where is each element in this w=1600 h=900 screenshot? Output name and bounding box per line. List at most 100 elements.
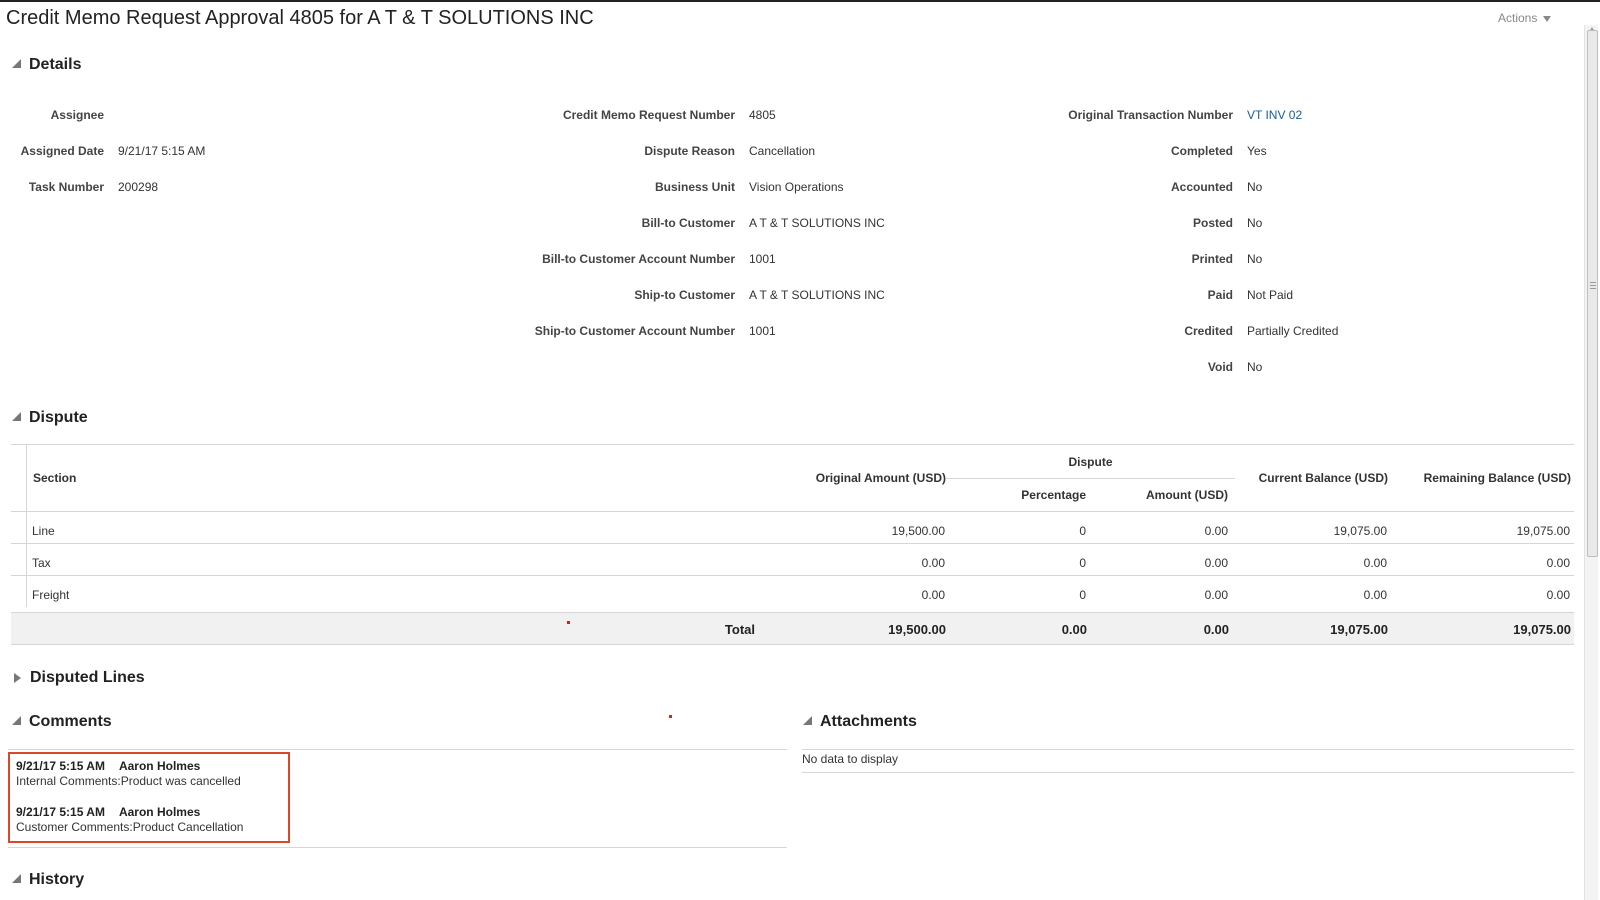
cell-remaining-balance: 19,075.00 <box>1516 524 1570 538</box>
bill-to-customer-value: A T & T SOLUTIONS INC <box>749 216 885 230</box>
total-original-amount: 19,500.00 <box>888 622 946 637</box>
cell-amount: 0.00 <box>1204 556 1228 570</box>
marker-dot <box>669 715 672 718</box>
header-bottom-border <box>11 511 1574 512</box>
accounted-value: No <box>1247 180 1263 194</box>
assignee-label: Assignee <box>50 108 104 122</box>
credited-label: Credited <box>1184 324 1233 338</box>
comments-heading: Comments <box>29 713 112 730</box>
credit-memo-request-number-label: Credit Memo Request Number <box>562 108 735 122</box>
cell-current-balance: 0.00 <box>1363 556 1387 570</box>
collapse-triangle-icon <box>803 716 812 725</box>
total-percentage: 0.00 <box>1061 622 1087 637</box>
attachments-section-header[interactable]: Attachments <box>803 713 917 731</box>
row-divider <box>11 575 1574 576</box>
disputed-lines-heading: Disputed Lines <box>30 669 145 686</box>
attachments-empty-text: No data to display <box>802 752 899 766</box>
marker-dot <box>567 621 570 624</box>
col-header-amount[interactable]: Amount (USD) <box>1086 488 1228 502</box>
dispute-reason-label: Dispute Reason <box>644 144 735 158</box>
dispute-heading: Dispute <box>29 409 88 426</box>
row-divider <box>11 543 1574 544</box>
posted-value: No <box>1247 216 1263 230</box>
paid-value: Not Paid <box>1247 288 1294 302</box>
paid-label: Paid <box>1207 288 1233 302</box>
col-header-dispute-group: Dispute <box>1068 455 1113 469</box>
cell-percentage: 0 <box>1079 588 1086 602</box>
page-title: Credit Memo Request Approval 4805 for A … <box>6 7 594 29</box>
collapse-triangle-icon <box>12 59 21 68</box>
col-header-current-balance[interactable]: Current Balance (USD) <box>1235 471 1388 485</box>
collapse-triangle-icon <box>12 716 21 725</box>
printed-value: No <box>1247 252 1263 266</box>
cell-amount: 0.00 <box>1204 588 1228 602</box>
expand-triangle-icon <box>14 673 21 683</box>
cell-section: Freight <box>32 588 70 602</box>
history-heading: History <box>29 871 85 888</box>
vertical-scrollbar[interactable] <box>1584 25 1598 900</box>
chevron-down-icon <box>1543 15 1552 22</box>
cell-original-amount: 0.00 <box>921 556 945 570</box>
bill-to-account-number-value: 1001 <box>749 252 776 266</box>
ship-to-customer-label: Ship-to Customer <box>634 288 735 302</box>
comment-header: 9/21/17 5:15 AM Aaron Holmes <box>16 805 200 819</box>
history-section-header[interactable]: History <box>12 871 84 889</box>
col-header-section[interactable]: Section <box>33 471 76 485</box>
row-selector[interactable] <box>11 512 27 543</box>
total-current-balance: 19,075.00 <box>1330 622 1388 637</box>
assigned-date-value: 9/21/17 5:15 AM <box>118 144 206 158</box>
posted-label: Posted <box>1192 216 1233 230</box>
col-header-original-amount[interactable]: Original Amount (USD) <box>741 471 946 485</box>
col-header-percentage[interactable]: Percentage <box>946 488 1086 502</box>
comment-author: Aaron Holmes <box>118 805 201 819</box>
assigned-date-label: Assigned Date <box>20 144 104 158</box>
attachments-bottom-rule <box>802 772 1574 773</box>
comments-bottom-rule <box>8 847 787 848</box>
comment-text: Customer Comments:Product Cancellation <box>16 820 244 834</box>
dispute-reason-value: Cancellation <box>749 144 816 158</box>
comment-timestamp: 9/21/17 5:15 AM <box>16 805 105 819</box>
cell-remaining-balance: 0.00 <box>1546 588 1570 602</box>
void-label: Void <box>1207 360 1233 374</box>
row-selector[interactable] <box>11 544 27 575</box>
total-amount: 0.00 <box>1203 622 1229 637</box>
details-section-header[interactable]: Details <box>12 56 81 74</box>
group-header-divider <box>946 478 1235 479</box>
void-value: No <box>1247 360 1263 374</box>
attachments-heading: Attachments <box>820 713 917 730</box>
business-unit-value: Vision Operations <box>749 180 844 194</box>
comment-text: Internal Comments:Product was cancelled <box>16 774 241 788</box>
comment-timestamp: 9/21/17 5:15 AM <box>16 759 105 773</box>
dispute-section-header[interactable]: Dispute <box>12 409 88 427</box>
cell-current-balance: 19,075.00 <box>1333 524 1387 538</box>
original-transaction-number-label: Original Transaction Number <box>1068 108 1233 122</box>
bill-to-account-number-label: Bill-to Customer Account Number <box>542 252 735 266</box>
collapse-triangle-icon <box>12 874 21 883</box>
completed-label: Completed <box>1170 144 1233 158</box>
cell-amount: 0.00 <box>1204 524 1228 538</box>
cell-remaining-balance: 0.00 <box>1546 556 1570 570</box>
comment-author: Aaron Holmes <box>118 759 201 773</box>
bill-to-customer-label: Bill-to Customer <box>641 216 735 230</box>
disputed-lines-section-header[interactable]: Disputed Lines <box>12 669 145 687</box>
scrollbar-thumb[interactable] <box>1587 30 1598 557</box>
original-transaction-number-link[interactable]: VT INV 02 <box>1247 108 1302 122</box>
cell-percentage: 0 <box>1079 556 1086 570</box>
actions-label: Actions <box>1498 11 1538 25</box>
credit-memo-request-number-value: 4805 <box>749 108 776 122</box>
attachments-top-rule <box>802 749 1574 750</box>
actions-menu-button[interactable]: Actions <box>1498 11 1552 25</box>
task-number-value: 200298 <box>118 180 159 194</box>
col-header-remaining-balance[interactable]: Remaining Balance (USD) <box>1388 471 1571 485</box>
comment-header: 9/21/17 5:15 AM Aaron Holmes <box>16 759 200 773</box>
total-remaining-balance: 19,075.00 <box>1513 622 1571 637</box>
comments-section-header[interactable]: Comments <box>12 713 112 731</box>
accounted-label: Accounted <box>1170 180 1233 194</box>
cell-original-amount: 19,500.00 <box>891 524 945 538</box>
task-number-label: Task Number <box>28 180 104 194</box>
row-selector[interactable] <box>11 576 27 607</box>
grip-icon <box>1590 282 1596 289</box>
top-border <box>0 0 1600 2</box>
row-header-gutter <box>11 444 27 511</box>
details-heading: Details <box>29 56 82 73</box>
